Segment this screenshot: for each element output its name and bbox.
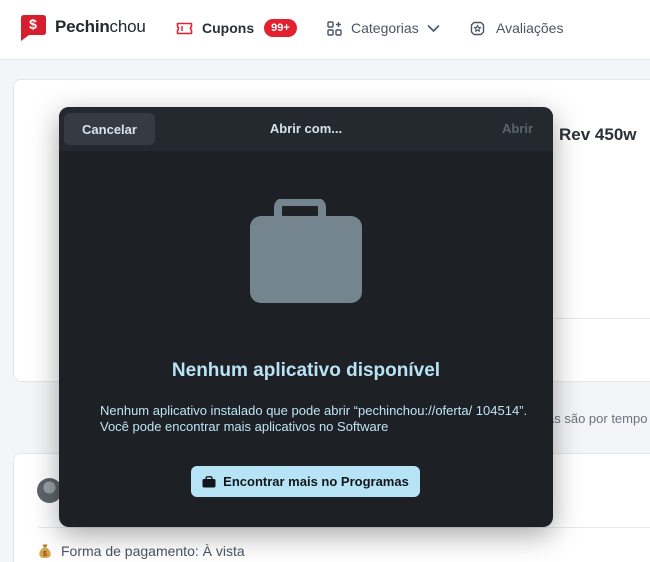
no-app-description: Nenhum aplicativo instalado que pode abr… <box>100 403 528 434</box>
nav-avaliacoes[interactable]: Avaliações <box>470 0 563 56</box>
shopping-bag-icon <box>250 199 362 303</box>
payment-method-text: Forma de pagamento: À vista <box>61 543 245 559</box>
offer-note: as são por tempo <box>547 411 648 426</box>
product-title[interactable]: Rev 450w <box>559 125 637 145</box>
shopping-bag-icon <box>202 475 216 487</box>
cupons-count-badge: 99+ <box>264 19 297 37</box>
chevron-down-icon <box>427 24 440 32</box>
svg-text:$: $ <box>43 551 47 558</box>
dialog-title: Abrir com... <box>269 121 343 136</box>
nav-cupons[interactable]: Cupons 99+ <box>176 0 297 56</box>
nav-avaliacoes-label: Avaliações <box>496 20 564 36</box>
logo-glyph: $ <box>29 16 37 32</box>
ticket-icon <box>176 22 193 34</box>
brand-name-light: chou <box>109 17 146 36</box>
find-more-apps-button[interactable]: Encontrar mais no Programas <box>191 466 420 497</box>
money-bag-icon: $ <box>39 544 51 558</box>
dialog-header: Cancelar Abrir com... Abrir <box>59 107 553 151</box>
payment-method-row: $ Forma de pagamento: À vista <box>37 543 245 559</box>
nav-categorias-label: Categorias <box>351 20 419 36</box>
star-badge-icon <box>470 21 485 35</box>
nav-cupons-label: Cupons <box>202 20 255 36</box>
details-divider <box>38 527 650 528</box>
pechinchou-logo-icon[interactable]: $ <box>16 13 48 41</box>
open-with-dialog: Cancelar Abrir com... Abrir Nenhum aplic… <box>59 107 553 527</box>
card-divider <box>554 318 650 319</box>
open-button[interactable]: Abrir <box>502 121 533 136</box>
find-more-apps-label: Encontrar mais no Programas <box>223 474 409 489</box>
nav-categorias[interactable]: Categorias <box>327 0 440 56</box>
no-app-heading: Nenhum aplicativo disponível <box>171 360 441 381</box>
top-navigation-bar: $ Pechinchou Cupons 99+ Categorias Avali… <box>0 0 650 60</box>
grid-icon <box>327 20 342 36</box>
brand-name[interactable]: Pechinchou <box>55 17 146 37</box>
brand-name-bold: Pechin <box>55 17 110 36</box>
